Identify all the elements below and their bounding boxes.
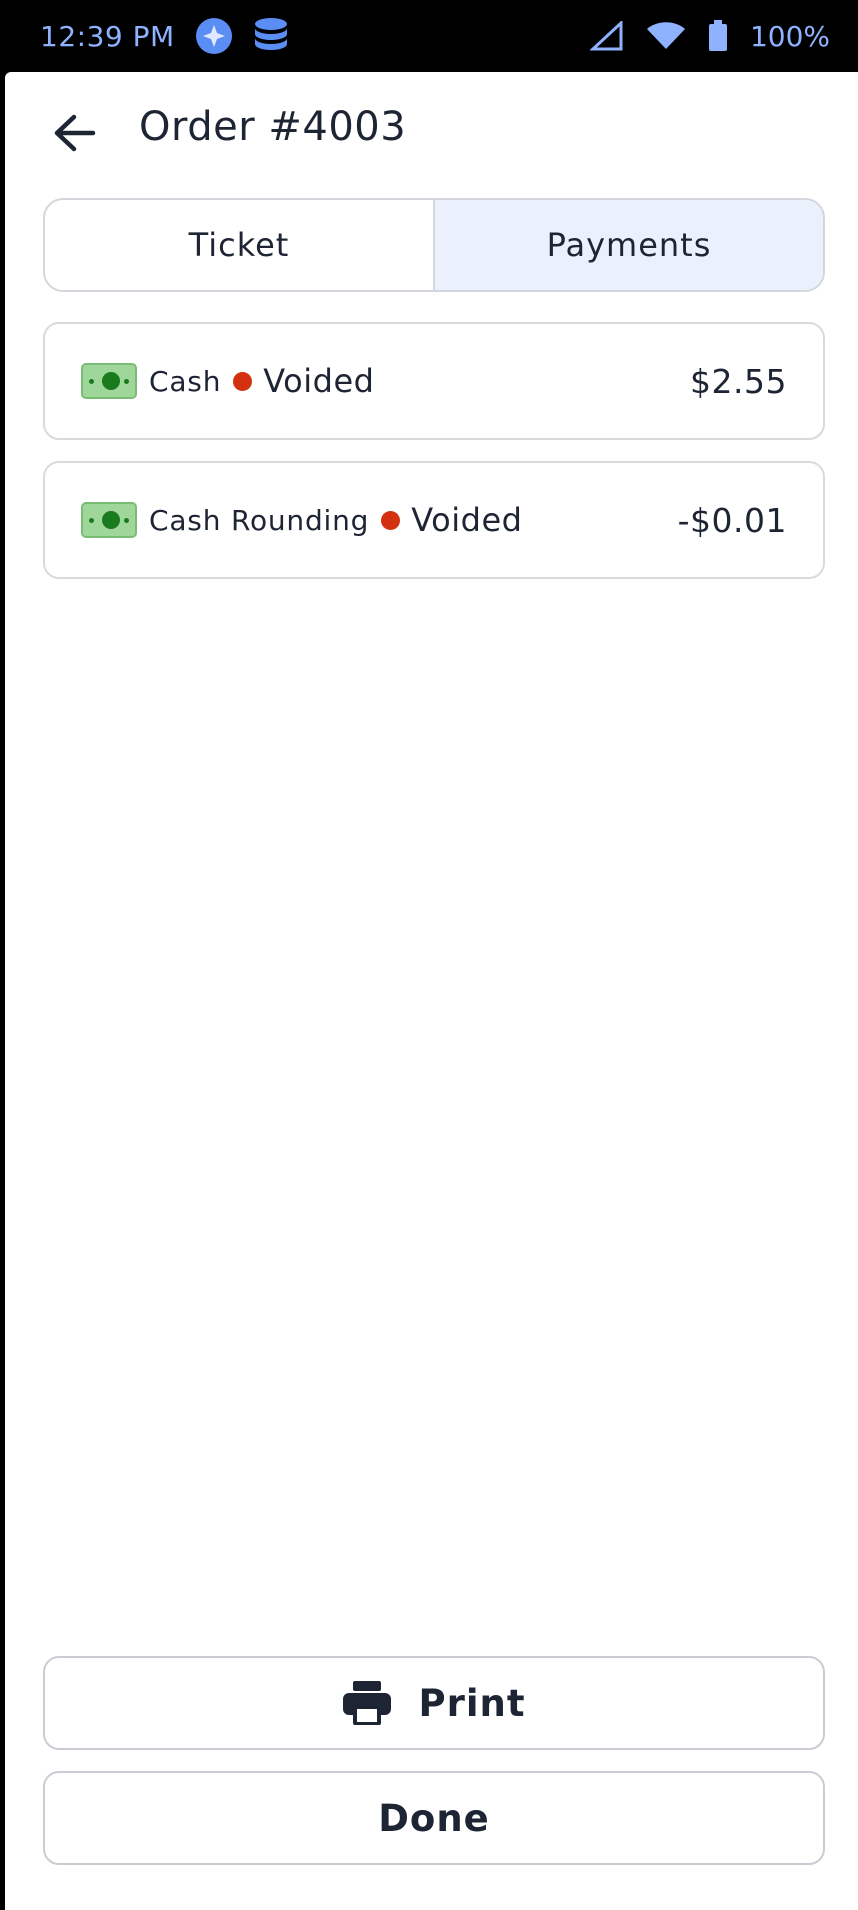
tab-payments[interactable]: Payments xyxy=(433,200,823,290)
status-time: 12:39 PM xyxy=(40,19,175,53)
cash-bill-icon xyxy=(81,363,137,399)
order-screen: Order #4003 Ticket Payments Cash Voided … xyxy=(5,72,858,1910)
back-button[interactable] xyxy=(43,102,105,164)
payment-method: Cash xyxy=(149,364,222,398)
battery-icon xyxy=(708,20,728,52)
printer-icon xyxy=(342,1680,392,1726)
battery-percent: 100% xyxy=(749,19,830,53)
status-bar: 12:39 PM 100% xyxy=(0,0,858,72)
payment-amount: -$0.01 xyxy=(677,500,787,540)
compass-icon xyxy=(195,17,233,55)
database-icon xyxy=(253,17,289,55)
wifi-icon xyxy=(646,21,686,51)
done-button[interactable]: Done xyxy=(43,1771,825,1865)
voided-status-dot xyxy=(233,371,253,391)
cell-signal-icon xyxy=(589,21,624,51)
page-title: Order #4003 xyxy=(139,104,407,150)
arrow-left-icon xyxy=(52,113,96,153)
payment-row-cash[interactable]: Cash Voided $2.55 xyxy=(43,322,825,440)
print-label: Print xyxy=(418,1681,526,1725)
payment-amount: $2.55 xyxy=(690,361,787,401)
tab-ticket[interactable]: Ticket xyxy=(45,200,433,290)
payment-status: Voided xyxy=(263,362,375,400)
payment-status: Voided xyxy=(411,501,523,539)
payment-row-cash-rounding[interactable]: Cash Rounding Voided -$0.01 xyxy=(43,461,825,579)
print-button[interactable]: Print xyxy=(43,1656,825,1750)
payment-method: Cash Rounding xyxy=(149,503,370,537)
done-label: Done xyxy=(378,1796,490,1840)
cash-bill-icon xyxy=(81,502,137,538)
header: Order #4003 xyxy=(5,72,858,190)
order-tabs: Ticket Payments xyxy=(43,198,825,292)
voided-status-dot xyxy=(381,510,401,530)
